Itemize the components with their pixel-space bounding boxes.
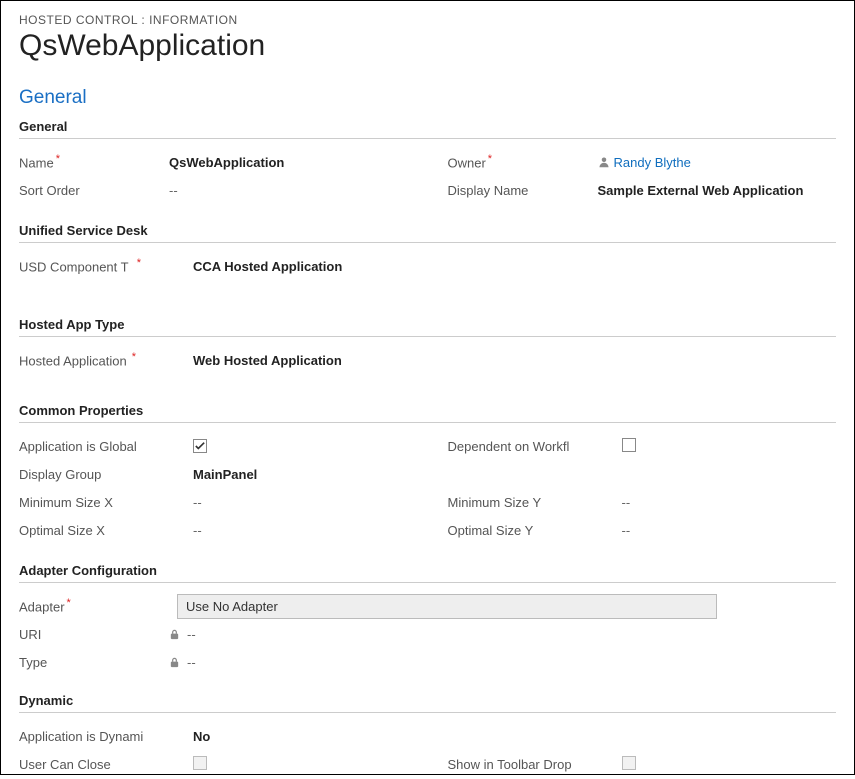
sort-order-value[interactable]: -- [169,183,408,198]
is-dynamic-value[interactable]: No [193,729,836,744]
lock-icon [169,656,181,668]
usd-component-value[interactable]: CCA Hosted Application [193,259,836,274]
display-name-label: Display Name [448,183,598,198]
show-toolbar-checkbox [622,756,837,773]
opt-x-value[interactable]: -- [193,523,408,538]
tab-general[interactable]: General [19,87,836,109]
global-label: Application is Global [19,439,169,454]
is-dynamic-label: Application is Dynami [19,729,169,744]
sort-order-label: Sort Order [19,183,169,198]
usd-component-label: USD Component T * [19,257,169,274]
show-toolbar-label: Show in Toolbar Drop [448,757,598,772]
adapter-label: Adapter* [19,597,169,614]
opt-x-label: Optimal Size X [19,523,169,538]
section-common-title: Common Properties [19,403,836,423]
dependent-label: Dependent on Workfl [448,439,598,454]
section-hosted-title: Hosted App Type [19,317,836,337]
section-general-title: General [19,119,836,139]
uri-value: -- [187,627,836,642]
lock-icon [169,628,181,640]
type-value: -- [187,655,836,670]
person-icon [598,156,610,168]
min-y-label: Minimum Size Y [448,495,598,510]
user-close-label: User Can Close [19,757,169,772]
uri-label: URI [19,627,169,642]
min-x-value[interactable]: -- [193,495,408,510]
user-close-checkbox [193,756,408,773]
hosted-app-label: Hosted Application * [19,351,169,368]
display-group-value[interactable]: MainPanel [193,467,408,482]
hosted-app-value[interactable]: Web Hosted Application [193,353,836,368]
breadcrumb: HOSTED CONTROL : INFORMATION [19,13,836,27]
owner-label: Owner* [448,153,598,170]
opt-y-value[interactable]: -- [622,523,837,538]
min-x-label: Minimum Size X [19,495,169,510]
section-adapter-title: Adapter Configuration [19,563,836,583]
min-y-value[interactable]: -- [622,495,837,510]
name-value[interactable]: QsWebApplication [169,155,408,170]
owner-value[interactable]: Randy Blythe [598,155,837,170]
section-usd-title: Unified Service Desk [19,223,836,243]
page-title: QsWebApplication [19,29,836,63]
type-label: Type [19,655,169,670]
opt-y-label: Optimal Size Y [448,523,598,538]
global-checkbox[interactable] [193,439,408,454]
section-dynamic-title: Dynamic [19,693,836,713]
adapter-select[interactable]: Use No Adapter [177,594,717,619]
name-label: Name* [19,153,169,170]
display-name-value[interactable]: Sample External Web Application [598,183,837,198]
dependent-checkbox[interactable] [622,438,837,455]
display-group-label: Display Group [19,467,169,482]
